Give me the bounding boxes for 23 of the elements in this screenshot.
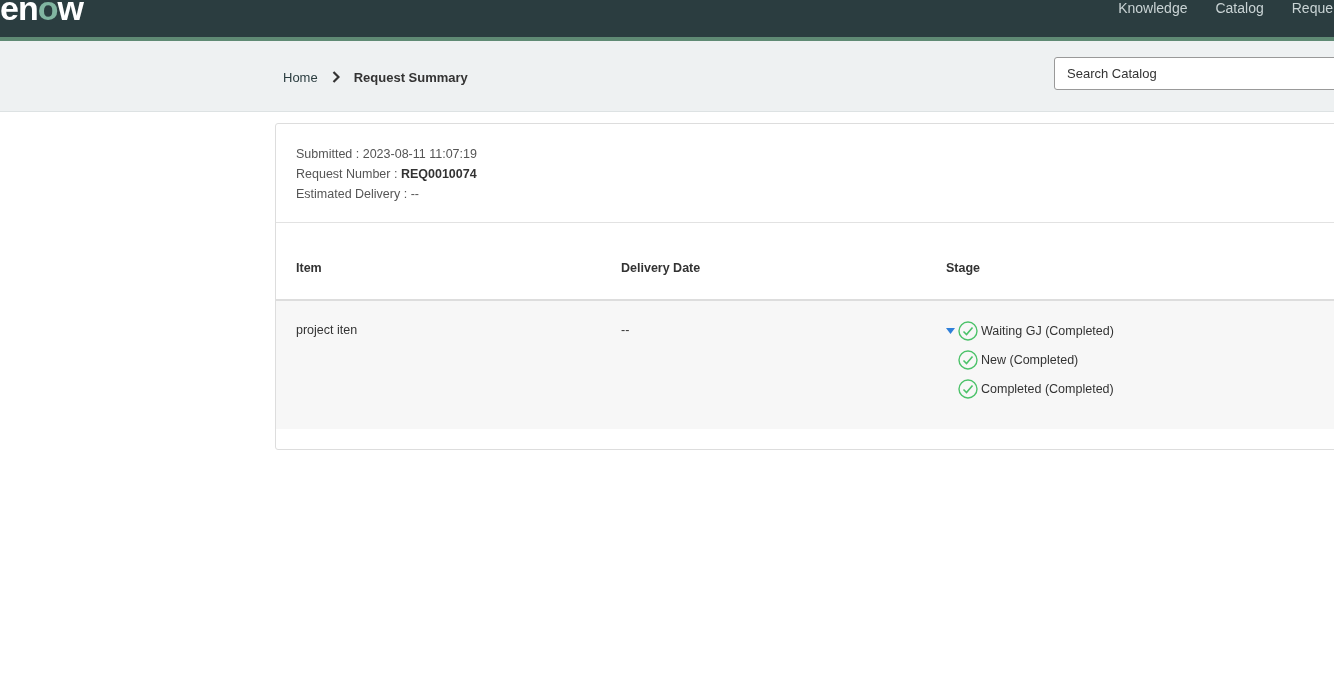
caret-down-icon[interactable] <box>946 327 955 335</box>
check-circle-icon <box>958 350 978 370</box>
logo: enow <box>0 0 83 18</box>
stage-label: Waiting GJ (Completed) <box>981 324 1114 338</box>
table-cell-text: -- <box>621 323 631 339</box>
nav-link[interactable]: Knowledge <box>1118 0 1188 16</box>
current-page[interactable]: Request Summary <box>353 69 468 85</box>
column-header: Stage <box>946 261 982 275</box>
column-header: Delivery Date <box>621 261 702 275</box>
check-circle-icon <box>958 379 978 399</box>
stage-label: Completed (Completed) <box>981 382 1114 396</box>
check-circle-icon <box>958 321 978 341</box>
nav-link[interactable]: Catalog <box>1215 0 1264 16</box>
chevron-right-icon <box>331 71 340 83</box>
column-header: Item <box>296 261 323 275</box>
table-cell-text: project iten <box>296 323 359 339</box>
summary-line: Estimated Delivery : -- <box>296 186 420 202</box>
summary-line: Request Number : REQ0010074 <box>296 166 478 182</box>
stage-label: New (Completed) <box>981 353 1079 367</box>
summary-line: Submitted : 2023-08-11 11:07:19 <box>296 146 478 162</box>
search-field[interactable]: Search Catalog <box>1054 57 1334 90</box>
nav-link[interactable]: Reque <box>1291 0 1333 16</box>
breadcrumb-link[interactable]: Home <box>283 69 318 85</box>
